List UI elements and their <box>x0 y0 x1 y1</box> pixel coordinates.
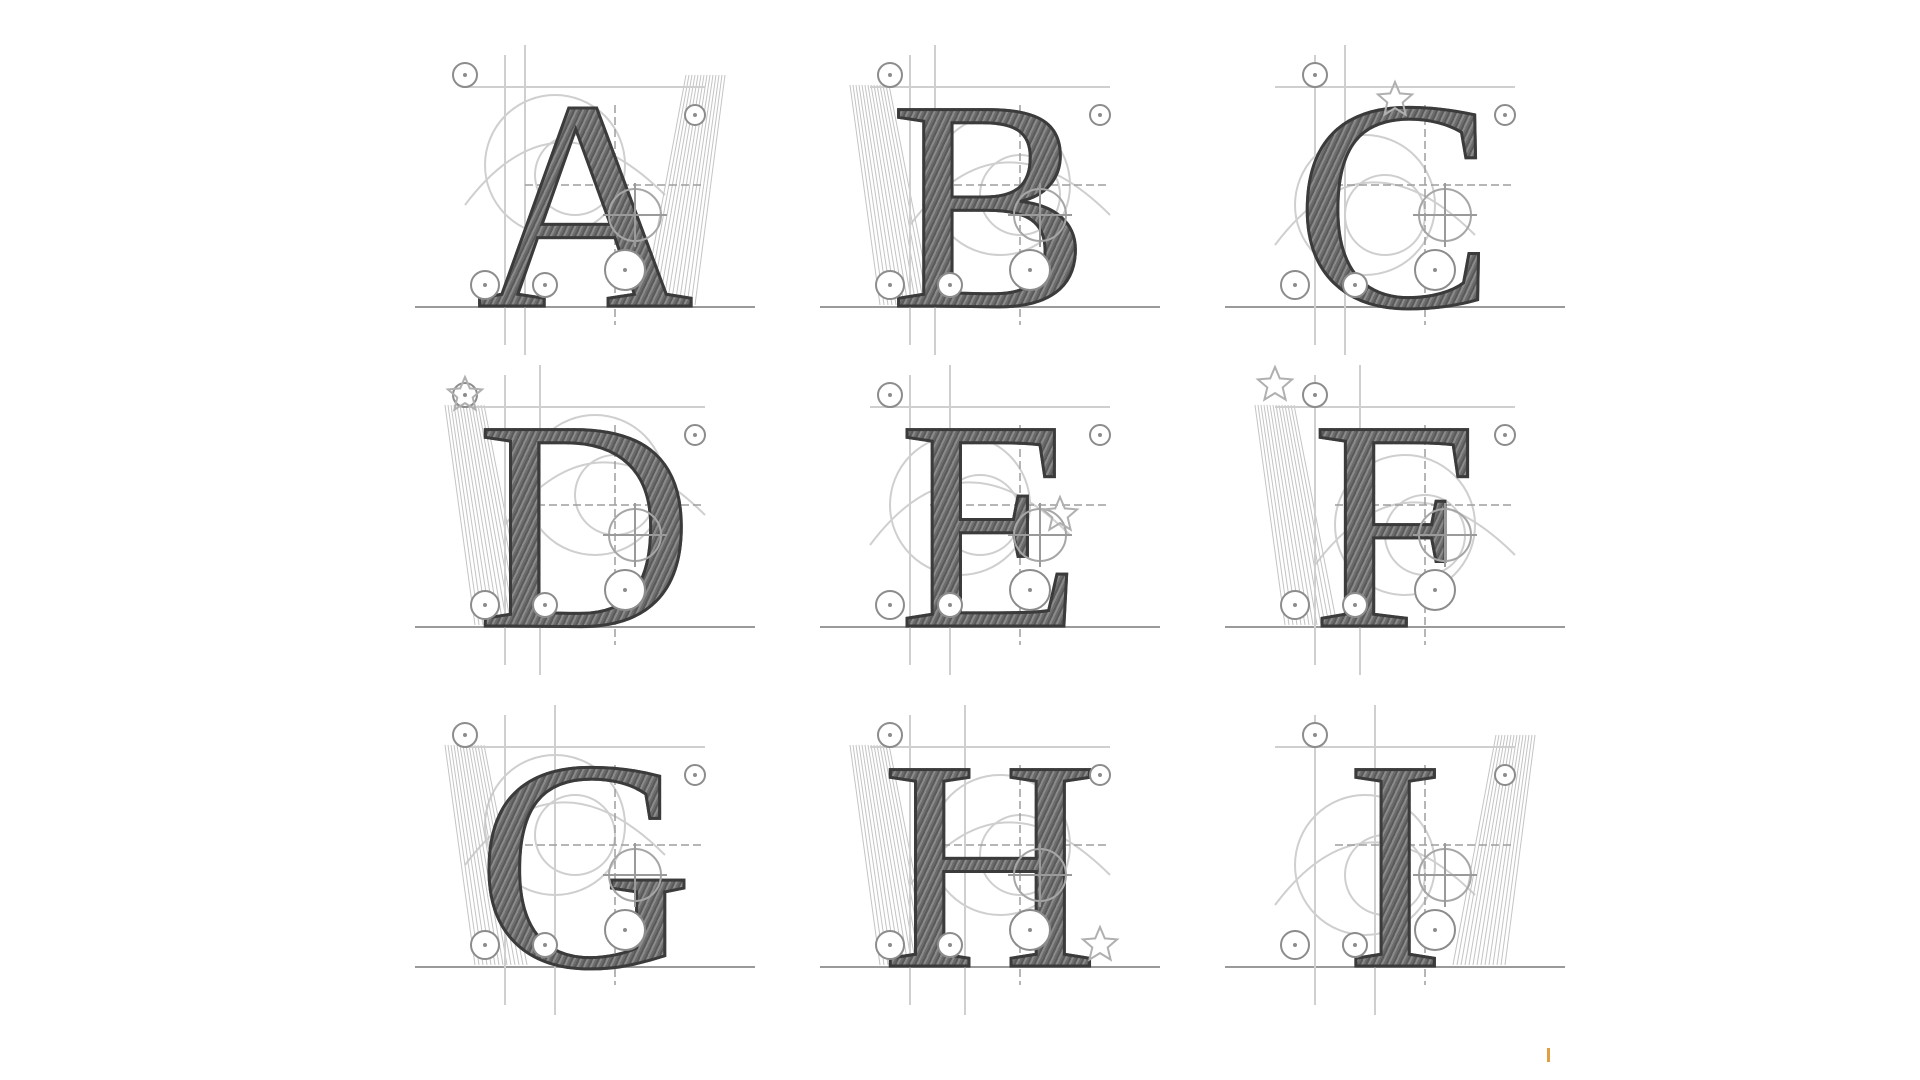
construction-circle-icon <box>532 932 558 958</box>
crosshair-circle-icon <box>1008 183 1072 247</box>
construction-circle-icon <box>604 569 646 611</box>
construction-circle-icon <box>684 424 706 446</box>
construction-circle-icon <box>452 62 478 88</box>
construction-circle-icon <box>532 272 558 298</box>
construction-circle-icon <box>1342 592 1368 618</box>
construction-circle-icon <box>1414 909 1456 951</box>
construction-circle-icon <box>1089 764 1111 786</box>
construction-marks <box>875 62 1111 300</box>
construction-circle-icon <box>937 272 963 298</box>
construction-marks <box>452 62 706 300</box>
construction-circle-icon <box>604 249 646 291</box>
crosshair-circle-icon <box>1413 503 1477 567</box>
construction-circle-icon <box>1302 62 1328 88</box>
crosshair-circle-icon <box>603 843 667 907</box>
construction-circle-icon <box>1280 590 1310 620</box>
construction-circle-icon <box>877 62 903 88</box>
construction-circle-icon <box>1494 424 1516 446</box>
construction-circle-icon <box>452 722 478 748</box>
construction-circle-icon <box>532 592 558 618</box>
construction-circle-icon <box>877 722 903 748</box>
crosshair-circle-icon <box>1413 183 1477 247</box>
construction-circle-icon <box>1089 104 1111 126</box>
letter-tile-h: H <box>810 705 1170 1025</box>
construction-circle-icon <box>470 270 500 300</box>
construction-marks <box>1255 364 1516 620</box>
construction-circle-icon <box>1302 382 1328 408</box>
letter-tile-b: B <box>810 45 1170 365</box>
letter-tile-c: C <box>1215 45 1575 365</box>
construction-circle-icon <box>604 909 646 951</box>
star-outline-icon <box>1080 924 1120 962</box>
construction-circle-icon <box>1414 249 1456 291</box>
letter-tile-f: F <box>1215 364 1575 685</box>
letter-tile-g: G <box>405 705 765 1025</box>
construction-marks <box>1280 62 1516 300</box>
construction-circle-icon <box>1414 569 1456 611</box>
construction-circle-icon <box>875 930 905 960</box>
construction-circle-icon <box>1089 424 1111 446</box>
construction-circle-icon <box>1494 764 1516 786</box>
construction-marks <box>875 382 1111 620</box>
construction-circle-icon <box>470 590 500 620</box>
construction-marks <box>1280 722 1516 960</box>
construction-marks <box>875 722 1120 962</box>
construction-circle-icon <box>1342 272 1368 298</box>
construction-marks <box>452 722 706 960</box>
crosshair-circle-icon <box>1008 503 1072 567</box>
alphabet-sketch-artwork: ABC DEF GHI <box>0 0 1920 1080</box>
construction-circle-icon <box>1342 932 1368 958</box>
crosshair-circle-icon <box>1413 843 1477 907</box>
construction-circle-icon <box>1302 722 1328 748</box>
construction-circle-icon <box>470 930 500 960</box>
construction-circle-icon <box>1009 569 1051 611</box>
crosshair-circle-icon <box>1008 843 1072 907</box>
construction-circle-icon <box>1009 249 1051 291</box>
construction-circle-icon <box>1280 270 1310 300</box>
construction-circle-icon <box>875 590 905 620</box>
construction-circle-icon <box>937 592 963 618</box>
construction-circle-icon <box>684 104 706 126</box>
construction-circle-icon <box>1009 909 1051 951</box>
accent-tick-mark <box>1547 1048 1550 1062</box>
construction-circle-icon <box>1494 104 1516 126</box>
star-outline-icon <box>1255 364 1295 402</box>
star-outline-icon <box>1375 79 1415 117</box>
letter-tile-i: I <box>1215 705 1575 1025</box>
letter-tile-d: D <box>405 365 765 685</box>
star-outline-icon <box>1040 494 1080 532</box>
letter-tile-e: E <box>810 365 1170 685</box>
construction-circle-icon <box>875 270 905 300</box>
crosshair-circle-icon <box>603 503 667 567</box>
construction-marks <box>445 374 706 620</box>
crosshair-circle-icon <box>603 183 667 247</box>
construction-circle-icon <box>1280 930 1310 960</box>
construction-circle-icon <box>684 764 706 786</box>
letter-tile-a: A <box>405 45 765 365</box>
construction-circle-icon <box>937 932 963 958</box>
construction-circle-icon <box>877 382 903 408</box>
